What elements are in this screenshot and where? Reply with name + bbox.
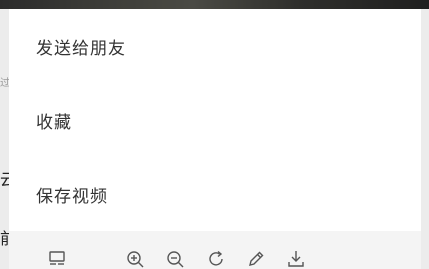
zoom-out-icon[interactable]	[165, 249, 185, 269]
favorite-button[interactable]: 收藏	[9, 83, 421, 157]
edit-icon[interactable]	[246, 249, 266, 269]
video-thumbnail-strip	[0, 0, 429, 9]
layout-icon[interactable]	[47, 249, 67, 269]
viewer-toolbar	[9, 231, 421, 269]
save-video-button[interactable]: 保存视频	[9, 157, 421, 231]
zoom-in-icon[interactable]	[125, 249, 145, 269]
download-icon[interactable]	[286, 249, 306, 269]
action-sheet: 发送给朋友 收藏 保存视频	[9, 9, 421, 269]
send-to-friend-button[interactable]: 发送给朋友	[9, 9, 421, 83]
rotate-icon[interactable]	[206, 249, 226, 269]
